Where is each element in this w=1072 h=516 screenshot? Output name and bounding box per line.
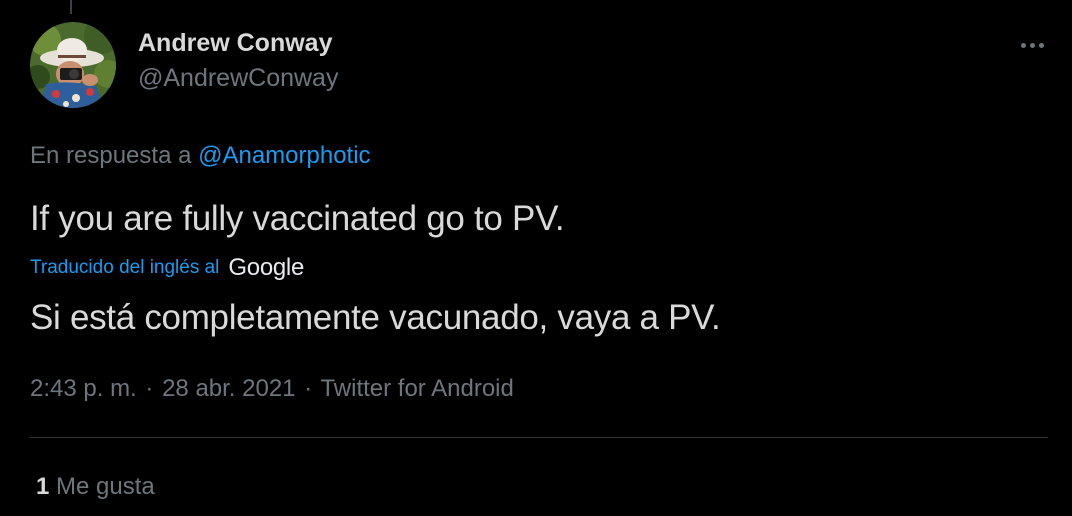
tweet-date[interactable]: 28 abr. 2021 xyxy=(162,375,295,402)
avatar[interactable] xyxy=(30,22,116,108)
more-horizontal-icon xyxy=(1020,42,1026,48)
meta-separator: · xyxy=(304,375,313,402)
author-handle[interactable]: @AndrewConway xyxy=(138,64,338,93)
reply-mention-link[interactable]: @Anamorphotic xyxy=(198,142,370,169)
translated-tweet-text: Si está completamente vacunado, vaya a P… xyxy=(30,298,721,337)
reply-context: En respuesta a @Anamorphotic xyxy=(30,142,371,170)
likes-label: Me gusta xyxy=(56,473,155,500)
thread-connector-line xyxy=(70,0,72,14)
more-horizontal-icon xyxy=(1038,42,1044,48)
meta-separator: · xyxy=(145,375,154,402)
google-logo: Google xyxy=(228,254,304,281)
author-display-name[interactable]: Andrew Conway xyxy=(138,29,332,58)
more-options-button[interactable] xyxy=(1012,30,1052,60)
likes-link[interactable]: 1 Me gusta xyxy=(36,473,155,501)
divider xyxy=(30,437,1048,438)
likes-count: 1 xyxy=(36,473,50,500)
tweet-text: If you are fully vaccinated go to PV. xyxy=(30,199,565,238)
tweet-source[interactable]: Twitter for Android xyxy=(320,375,513,402)
tweet-time[interactable]: 2:43 p. m. xyxy=(30,375,137,402)
translation-label-link[interactable]: Traducido del inglés al xyxy=(30,257,219,279)
tweet-metadata: 2:43 p. m. · 28 abr. 2021 · Twitter for … xyxy=(30,375,514,403)
translation-attribution: Traducido del inglés al Google xyxy=(30,254,304,281)
reply-prefix: En respuesta a xyxy=(30,142,192,169)
more-horizontal-icon xyxy=(1029,42,1035,48)
avatar-image xyxy=(30,22,116,108)
